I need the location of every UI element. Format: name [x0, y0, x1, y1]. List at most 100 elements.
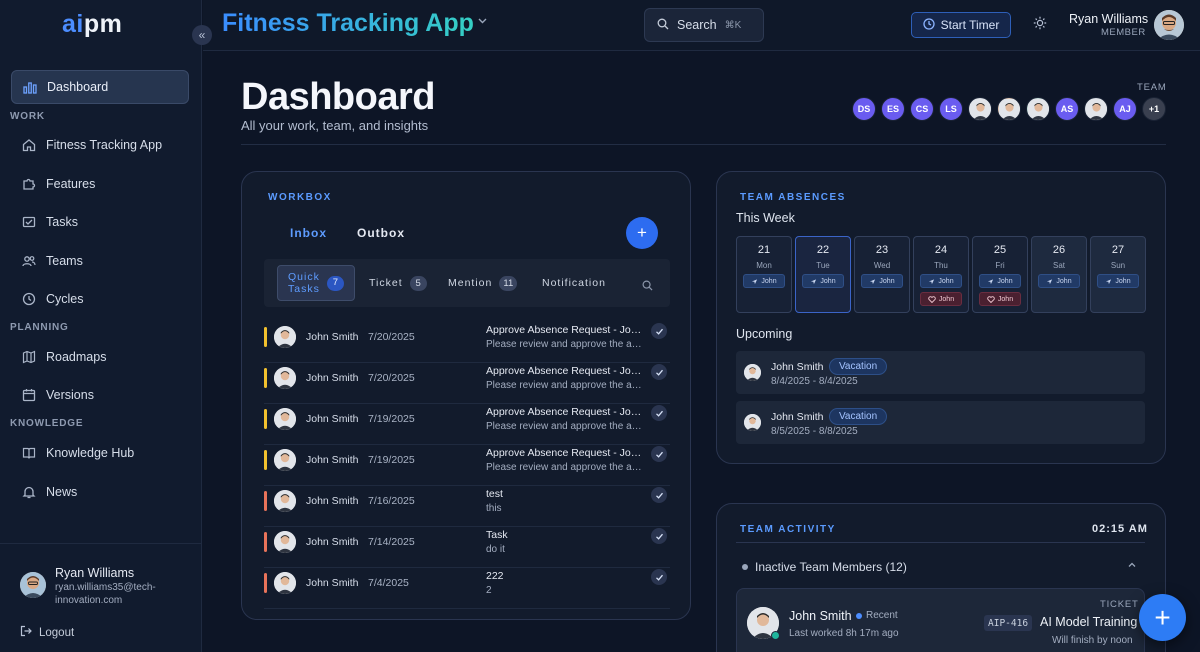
plane-icon [1047, 278, 1053, 284]
puzzle-icon [20, 175, 38, 193]
start-timer-button[interactable]: Start Timer [911, 12, 1011, 38]
sidebar-item-news[interactable]: News [11, 475, 189, 509]
absence-chip[interactable]: John [743, 274, 785, 288]
day-cell-mon[interactable]: 21 Mon John [736, 236, 792, 313]
upcoming-absence-item[interactable]: John Smith Vacation 8/5/2025 - 8/8/2025 [736, 401, 1145, 444]
clock-icon [20, 290, 38, 308]
subtab-notification[interactable]: Notification [542, 259, 606, 307]
plus-icon: + [637, 223, 647, 242]
search-button[interactable]: Search ⌘K [644, 8, 764, 42]
team-avatar[interactable]: AJ [1113, 97, 1137, 121]
team-activity-label: TEAM ACTIVITY [740, 524, 836, 535]
team-avatar[interactable]: DS [852, 97, 876, 121]
task-date: 7/19/2025 [368, 454, 415, 466]
home-icon [20, 136, 38, 154]
task-description: Please review and approve the absence re… [486, 380, 643, 391]
absence-chip[interactable]: John [1038, 274, 1080, 288]
task-date: 7/19/2025 [368, 413, 415, 425]
sidebar-item-versions[interactable]: Versions [11, 378, 189, 412]
subtab-ticket[interactable]: Ticket 5 [369, 259, 427, 307]
check-icon [655, 492, 663, 499]
ticket-title[interactable]: AI Model Training [1040, 615, 1137, 629]
sidebar-item-fitness-tracking-app[interactable]: Fitness Tracking App [11, 128, 189, 162]
sidebar-item-teams[interactable]: Teams [11, 244, 189, 278]
subtab-quick-tasks[interactable]: Quick Tasks 7 [277, 265, 355, 301]
team-avatar[interactable]: +1 [1142, 97, 1166, 121]
subtab-label-line2: Tasks [288, 283, 320, 295]
task-row[interactable]: John Smith 7/4/2025 222 2 [264, 568, 670, 609]
create-fab-button[interactable]: + [1139, 594, 1186, 641]
day-number: 25 [993, 244, 1007, 256]
team-avatar[interactable]: CS [910, 97, 934, 121]
add-task-button[interactable]: + [626, 217, 658, 249]
absence-chip[interactable]: John [802, 274, 844, 288]
sidebar-item-cycles[interactable]: Cycles [11, 282, 189, 316]
task-row[interactable]: John Smith 7/19/2025 Approve Absence Req… [264, 445, 670, 486]
sidebar-item-dashboard[interactable]: Dashboard [11, 70, 189, 104]
avatar[interactable] [20, 572, 46, 598]
team-avatar[interactable] [1026, 97, 1050, 121]
complete-task-button[interactable] [651, 487, 667, 503]
day-cell-sun[interactable]: 27 Sun John [1090, 236, 1146, 313]
inactive-members-toggle[interactable]: Inactive Team Members (12) [742, 560, 907, 574]
chevron-down-icon[interactable] [477, 15, 488, 29]
day-cell-thu[interactable]: 24 Thu John John [913, 236, 969, 313]
subtab-label-line1: Quick [288, 271, 320, 283]
online-status-dot [771, 631, 780, 640]
app-logo[interactable]: aipm [62, 10, 122, 39]
sidebar-item-knowledge-hub[interactable]: Knowledge Hub [11, 436, 189, 470]
day-name: Mon [756, 261, 772, 270]
absence-chip[interactable]: John [861, 274, 903, 288]
complete-task-button[interactable] [651, 528, 667, 544]
team-avatar[interactable] [968, 97, 992, 121]
task-row[interactable]: John Smith 7/19/2025 Approve Absence Req… [264, 404, 670, 445]
team-avatar[interactable]: AS [1055, 97, 1079, 121]
complete-task-button[interactable] [651, 364, 667, 380]
collapse-sidebar-button[interactable]: « [192, 25, 212, 45]
task-description: Please review and approve the absence re… [486, 462, 643, 473]
sidebar-item-roadmaps[interactable]: Roadmaps [11, 340, 189, 374]
avatar[interactable] [1154, 10, 1184, 40]
subtab-label: Mention [448, 277, 493, 289]
search-icon[interactable] [642, 278, 653, 296]
upcoming-absence-item[interactable]: John Smith Vacation 8/4/2025 - 8/4/2025 [736, 351, 1145, 394]
team-avatar[interactable]: LS [939, 97, 963, 121]
task-row[interactable]: John Smith 7/14/2025 Task do it [264, 527, 670, 568]
sick-chip[interactable]: John [920, 292, 962, 306]
task-row[interactable]: John Smith 7/16/2025 test this [264, 486, 670, 527]
absence-chip-label: John [1056, 277, 1072, 285]
task-row[interactable]: John Smith 7/20/2025 Approve Absence Req… [264, 363, 670, 404]
priority-bar [264, 532, 267, 552]
tab-outbox[interactable]: Outbox [357, 226, 405, 240]
complete-task-button[interactable] [651, 323, 667, 339]
day-cell-sat[interactable]: 26 Sat John [1031, 236, 1087, 313]
complete-task-button[interactable] [651, 569, 667, 585]
tab-inbox[interactable]: Inbox [290, 226, 327, 240]
complete-task-button[interactable] [651, 446, 667, 462]
workbox-subtabs: Quick Tasks 7 Ticket 5 Mention 11 Notific… [264, 259, 670, 307]
team-avatar[interactable] [997, 97, 1021, 121]
logout-button[interactable]: Logout [20, 625, 74, 640]
chevron-up-icon[interactable] [1127, 560, 1137, 573]
count-badge: 11 [499, 275, 518, 291]
task-row[interactable]: John Smith 7/20/2025 Approve Absence Req… [264, 322, 670, 363]
sidebar-item-tasks[interactable]: Tasks [11, 205, 189, 239]
task-assignee: John Smith [306, 536, 359, 548]
absence-chip[interactable]: John [920, 274, 962, 288]
ticket-id[interactable]: AIP-416 [984, 615, 1033, 631]
day-cell-fri[interactable]: 25 Fri John John [972, 236, 1028, 313]
sick-chip[interactable]: John [979, 292, 1021, 306]
complete-task-button[interactable] [651, 405, 667, 421]
absence-chip[interactable]: John [979, 274, 1021, 288]
absence-chip[interactable]: John [1097, 274, 1139, 288]
day-cell-tue[interactable]: 22 Tue John [795, 236, 851, 313]
sun-icon[interactable] [1033, 16, 1047, 30]
day-cell-wed[interactable]: 23 Wed John [854, 236, 910, 313]
plane-icon [988, 278, 994, 284]
member-name: John Smith [789, 609, 852, 623]
app-title[interactable]: Fitness Tracking App [222, 9, 474, 38]
sidebar-item-features[interactable]: Features [11, 167, 189, 201]
team-avatar[interactable] [1084, 97, 1108, 121]
team-avatar[interactable]: ES [881, 97, 905, 121]
subtab-mention[interactable]: Mention 11 [448, 259, 518, 307]
